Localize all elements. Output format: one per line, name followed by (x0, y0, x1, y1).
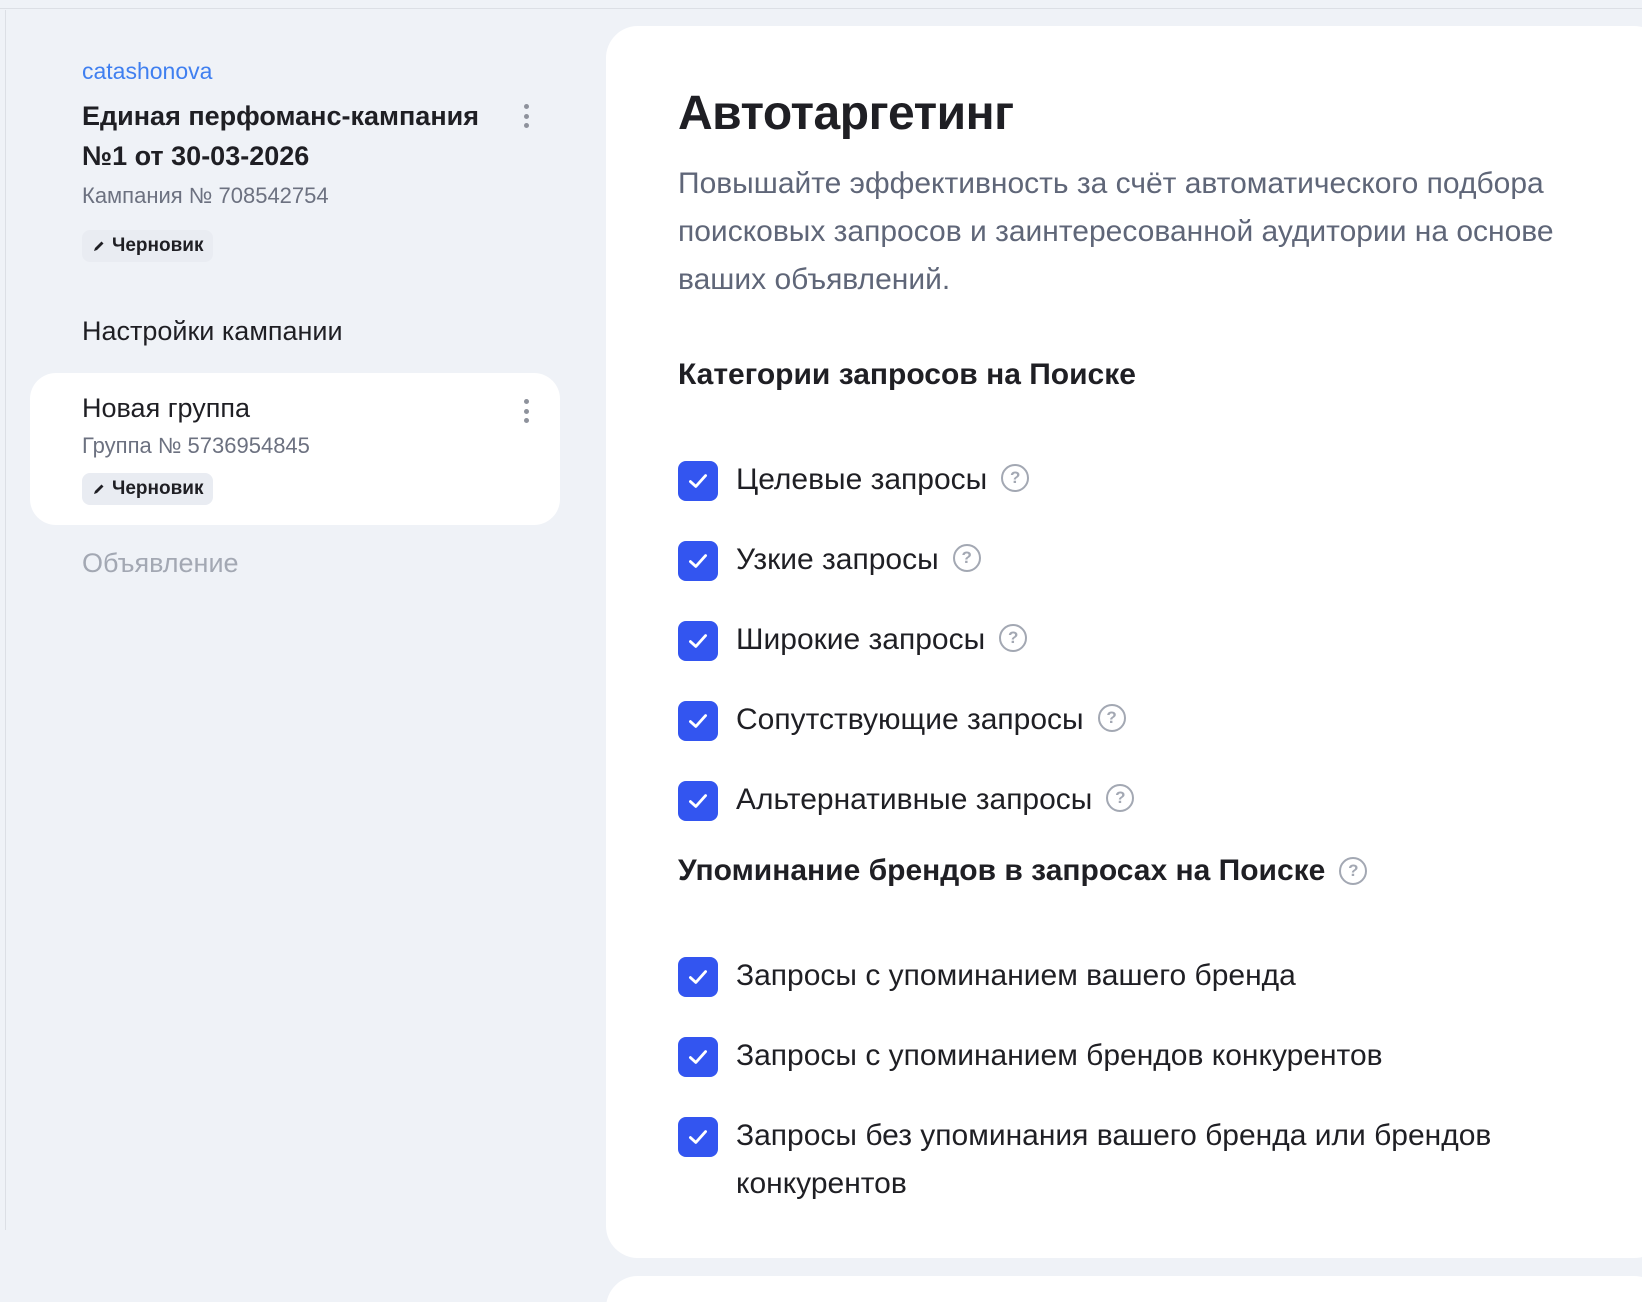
checkbox-related[interactable] (678, 701, 718, 741)
checkbox-label: Сопутствующие запросы (736, 703, 1084, 736)
question-circle-icon[interactable]: ? (999, 624, 1028, 653)
checkbox-own-brand[interactable] (678, 957, 718, 997)
page-title: Автотаргетинг (678, 87, 1014, 140)
search-categories-heading-text: Категории запросов на Поиске (678, 358, 1136, 391)
checkbox-row-broad[interactable]: Широкие запросы? (678, 620, 1028, 664)
checkbox-row-own-brand[interactable]: Запросы с упоминанием вашего бренда (678, 956, 1296, 1000)
search-categories-heading: Категории запросов на Поиске (678, 358, 1136, 392)
brand-mentions-heading: Упоминание брендов в запросах на Поиске … (678, 854, 1368, 888)
question-circle-icon[interactable]: ? (952, 544, 981, 573)
checkmark-icon (689, 794, 707, 808)
autotargeting-card: Автотаргетинг Повышайте эффективность за… (606, 26, 1642, 1258)
checkbox-row-alternative[interactable]: Альтернативные запросы? (678, 780, 1135, 824)
checkbox-label: Узкие запросы (736, 543, 939, 576)
next-section-card (606, 1276, 1642, 1302)
ad-link[interactable]: Объявление (82, 548, 239, 579)
checkmark-icon (689, 970, 707, 984)
checkbox-label: Широкие запросы (736, 623, 986, 656)
group-status-text: Черновик (112, 478, 204, 499)
checkmark-icon (689, 474, 707, 488)
campaign-settings-link[interactable]: Настройки кампании (82, 316, 343, 347)
checkbox-row-narrow[interactable]: Узкие запросы? (678, 540, 981, 584)
checkbox-alternative[interactable] (678, 781, 718, 821)
account-login-link[interactable]: catashonova (82, 58, 212, 85)
group-more-icon[interactable] (514, 395, 538, 427)
checkbox-label: Целевые запросы (736, 463, 988, 496)
question-circle-icon[interactable]: ? (1106, 784, 1135, 813)
checkmark-icon (689, 1130, 707, 1144)
page-description: Повышайте эффективность за счёт автомати… (678, 167, 1554, 296)
question-circle-icon[interactable]: ? (1339, 857, 1368, 885)
checkbox-target[interactable] (678, 461, 718, 501)
campaign-title[interactable]: Единая перфоманс-кампания №1 от 30-03-20… (82, 96, 502, 176)
checkbox-row-target[interactable]: Целевые запросы? (678, 460, 1030, 504)
checkbox-no-brands[interactable] (678, 1117, 718, 1157)
checkbox-narrow[interactable] (678, 541, 718, 581)
checkbox-label: Запросы с упоминанием брендов конкуренто… (736, 1039, 1383, 1072)
group-id: Группа № 5736954845 (82, 433, 310, 458)
pencil-icon (94, 241, 104, 251)
pencil-icon (94, 484, 104, 494)
campaign-status-text: Черновик (112, 235, 204, 256)
group-title: Новая группа (82, 393, 251, 423)
checkbox-label: Запросы без упоминания вашего бренда или… (736, 1119, 1492, 1200)
checkbox-label: Альтернативные запросы (736, 783, 1093, 816)
checkmark-icon (689, 1050, 707, 1064)
brand-mentions-heading-text: Упоминание брендов в запросах на Поиске (678, 854, 1326, 887)
campaign-id: Кампания № 708542754 (82, 183, 329, 208)
checkbox-row-related[interactable]: Сопутствующие запросы? (678, 700, 1126, 744)
checkbox-label: Запросы с упоминанием вашего бренда (736, 959, 1296, 992)
sidebar: catashonova Единая перфоманс-кампания №1… (0, 0, 580, 1302)
checkbox-competitor-brands[interactable] (678, 1037, 718, 1077)
question-circle-icon[interactable]: ? (1097, 704, 1126, 733)
checkmark-icon (689, 714, 707, 728)
checkmark-icon (689, 554, 707, 568)
campaign-more-icon[interactable] (514, 100, 538, 132)
question-circle-icon[interactable]: ? (1001, 464, 1030, 493)
group-card[interactable]: Новая группа Группа № 5736954845 Чернови… (30, 373, 560, 525)
checkbox-row-competitor-brands[interactable]: Запросы с упоминанием брендов конкуренто… (678, 1036, 1383, 1080)
checkbox-broad[interactable] (678, 621, 718, 661)
campaign-status-badge: Черновик (82, 230, 214, 262)
checkbox-row-no-brands[interactable]: Запросы без упоминания вашего бренда или… (678, 1116, 1556, 1208)
checkmark-icon (689, 634, 707, 648)
group-status-badge: Черновик (82, 473, 214, 505)
